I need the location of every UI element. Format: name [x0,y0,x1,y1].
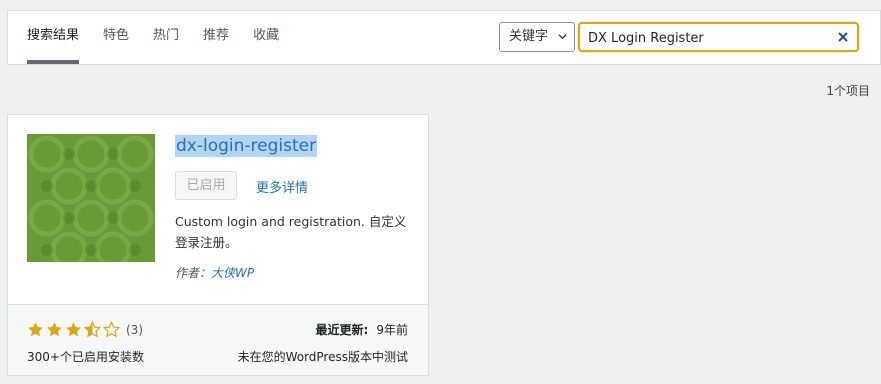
plugin-thumbnail[interactable] [27,134,155,262]
active-installs: 300+个已启用安装数 [27,350,144,364]
tab-recommended[interactable]: 推荐 [203,11,229,64]
star-filled-icon [28,322,43,337]
star-filled-icon [66,322,81,337]
author-link[interactable]: 大侠WP [211,266,254,280]
plugin-filter-bar: 搜索结果 特色 热门 推荐 收藏 关键字 [7,10,881,65]
tab-favorites[interactable]: 收藏 [253,11,279,64]
search-type-label: 关键字 [509,29,549,44]
last-updated: 最近更新: 9年前 [316,321,408,338]
clear-search-icon[interactable] [838,32,848,42]
plugin-card: dx-login-register 已启用 更多详情 Custom login … [7,114,429,376]
plugin-author: 作者：大侠WP [175,264,254,281]
last-updated-label: 最近更新: [315,323,369,337]
more-details-link[interactable]: 更多详情 [256,177,308,196]
filter-tabs: 搜索结果 特色 热门 推荐 收藏 [27,11,303,64]
search-input[interactable] [588,28,828,48]
search-field [578,22,859,52]
compatibility-note: 未在您的WordPress版本中测试 [237,350,408,364]
rating-count: (3) [126,322,143,337]
plugin-card-bottom: (3) 300+个已启用安装数 最近更新: 9年前 未在您的WordPress版本… [8,304,428,375]
plugin-card-top: dx-login-register 已启用 更多详情 Custom login … [8,115,428,304]
tab-search-results[interactable]: 搜索结果 [27,11,80,64]
author-prefix: 作者： [175,266,212,280]
activated-button[interactable]: 已启用 [175,171,237,200]
search-type-select[interactable]: 关键字 [499,22,575,52]
star-half-icon [84,321,101,338]
plugin-name-link[interactable]: dx-login-register [175,135,318,157]
star-filled-icon [47,322,62,337]
chevron-down-icon [558,34,567,40]
tab-featured[interactable]: 特色 [103,11,129,64]
plugin-thumbnail-pattern [27,134,155,262]
star-empty-icon [103,321,120,338]
star-rating: (3) [27,321,143,338]
last-updated-value: 9年前 [376,323,408,337]
tab-popular[interactable]: 热门 [153,11,179,64]
results-count: 1个项目 [826,84,870,98]
plugin-description: Custom login and registration. 自定义登录注册。 [175,214,407,250]
